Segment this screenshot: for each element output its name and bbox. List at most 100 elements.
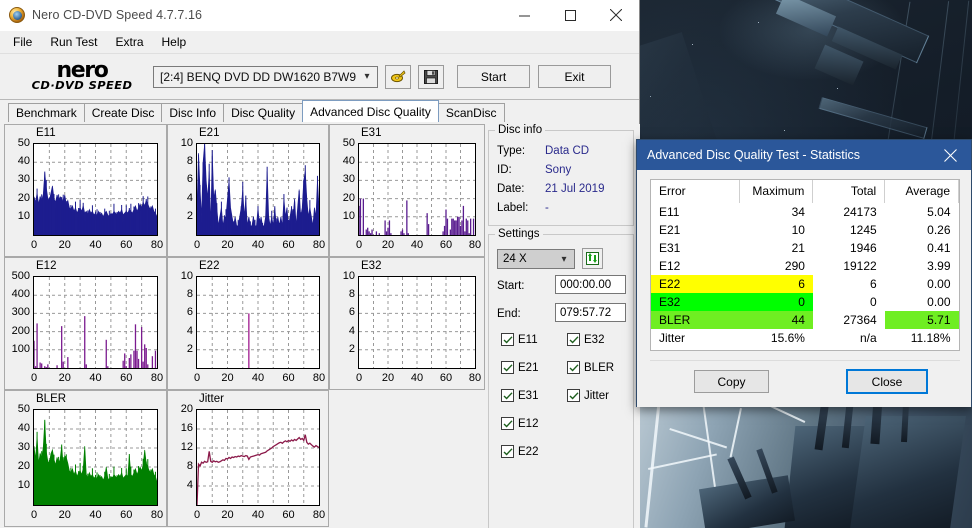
exit-button[interactable]: Exit — [538, 65, 611, 88]
plot-area — [33, 143, 158, 236]
disc-date-label: Date: — [497, 183, 525, 195]
y-axis-tick: 4 — [186, 479, 193, 491]
table-row[interactable]: E31 21 1946 0.41 — [651, 239, 959, 257]
x-axis-tick: 40 — [89, 239, 102, 251]
start-button[interactable]: Start — [457, 65, 530, 88]
tab-advanced-disc-quality[interactable]: Advanced Disc Quality — [302, 100, 439, 122]
x-axis-tick: 60 — [439, 372, 453, 384]
chart-e32: E32 2 4 6 8 10 0 20 40 60 80 — [329, 257, 485, 390]
settings-group: Settings 24 X ▾ Start: 000:00.00 End: 07… — [488, 228, 634, 528]
chart-e31: E31 10 20 30 40 50 0 20 40 60 80 — [329, 124, 485, 257]
y-axis-tick: 8 — [186, 155, 193, 168]
cell-total: 27364 — [843, 313, 877, 327]
tab-benchmark[interactable]: Benchmark — [8, 103, 85, 122]
table-row[interactable]: E21 10 1245 0.26 — [651, 221, 959, 239]
speed-select[interactable]: 24 X ▾ — [497, 249, 575, 269]
x-axis-tick: 60 — [282, 509, 295, 521]
x-axis-tick: 60 — [282, 372, 295, 384]
checkbox-e21[interactable]: E21 — [501, 361, 538, 374]
checkbox-e11-label: E11 — [518, 333, 538, 346]
tab-disc-quality[interactable]: Disc Quality — [223, 103, 304, 122]
checkbox-e11[interactable]: E11 — [501, 333, 538, 346]
tab-disc-info[interactable]: Disc Info — [161, 103, 225, 122]
x-axis-tick: 40 — [410, 239, 424, 251]
plot-area — [33, 409, 158, 506]
statistics-button-bar: Copy Close — [650, 360, 960, 396]
menu-extra[interactable]: Extra — [106, 32, 152, 52]
x-axis-tick: 20 — [58, 239, 71, 251]
checkbox-e32[interactable]: E32 — [567, 333, 604, 346]
y-axis-tick: 50 — [17, 137, 30, 149]
table-row[interactable]: E32 0 0 0.00 — [651, 293, 959, 311]
chart-title: E31 — [361, 127, 382, 139]
start-time-input[interactable]: 000:00.00 — [555, 275, 626, 294]
y-axis-tick: 8 — [348, 288, 355, 301]
column-header-average: Average — [884, 180, 959, 203]
tab-scandisc[interactable]: ScanDisc — [437, 103, 505, 122]
chart-title: E22 — [199, 260, 220, 272]
y-axis-tick: 10 — [17, 479, 30, 491]
plot-area — [358, 276, 476, 369]
speed-select-value: 24 X — [503, 253, 527, 265]
chart-title: E32 — [361, 260, 382, 272]
y-axis-tick: 30 — [342, 173, 355, 186]
table-row[interactable]: BLER 44 27364 5.71 — [651, 311, 959, 329]
cell-maximum: 34 — [791, 205, 805, 219]
start-time-label: Start: — [497, 280, 525, 292]
checkbox-e12[interactable]: E12 — [501, 417, 538, 430]
checkbox-bler[interactable]: BLER — [567, 361, 614, 374]
y-axis-tick: 2 — [186, 209, 193, 222]
chart-series — [34, 277, 157, 368]
chart-title: BLER — [36, 393, 67, 405]
disc-type-label: Type: — [497, 145, 526, 157]
disc-label-label: Label: — [497, 202, 529, 214]
disc-info-caption: Disc info — [495, 124, 546, 136]
y-axis-tick: 16 — [180, 422, 193, 434]
cell-average: 0.41 — [927, 241, 951, 255]
x-axis-tick: 40 — [251, 372, 265, 384]
refresh-icon — [586, 252, 599, 265]
cell-total: n/a — [860, 331, 877, 345]
copy-button[interactable]: Copy — [694, 370, 769, 393]
end-time-input[interactable]: 079:57.72 — [555, 303, 626, 322]
disc-type-value: Data CD — [545, 145, 590, 157]
x-axis-tick: 40 — [410, 372, 424, 384]
maximize-button[interactable] — [547, 0, 593, 31]
drive-select[interactable]: [2:4] BENQ DVD DD DW1620 B7W9 ▾ — [153, 65, 378, 88]
eject-disc-button[interactable] — [385, 64, 411, 89]
table-row[interactable]: E11 34 24173 5.04 — [651, 203, 959, 221]
checkmark-icon — [567, 389, 580, 402]
y-axis-tick: 2 — [348, 342, 355, 355]
x-axis-tick: 20 — [221, 509, 234, 521]
cell-average: 5.71 — [884, 311, 959, 329]
y-axis-tick: 40 — [342, 155, 355, 168]
checkbox-e21-label: E21 — [518, 361, 539, 374]
y-axis-tick: 2 — [186, 342, 193, 355]
table-row[interactable]: E12 290 19122 3.99 — [651, 257, 959, 275]
menu-help[interactable]: Help — [153, 32, 196, 52]
cell-total: 24173 — [843, 205, 877, 219]
x-axis-tick: 60 — [120, 509, 133, 521]
menu-run-test[interactable]: Run Test — [41, 32, 106, 52]
checkbox-jitter[interactable]: Jitter — [567, 389, 609, 402]
table-row[interactable]: Jitter 15.6% n/a 11.18% — [651, 329, 959, 347]
x-axis-tick: 40 — [251, 509, 265, 521]
refresh-button[interactable] — [582, 248, 603, 269]
tab-create-disc[interactable]: Create Disc — [83, 103, 163, 122]
close-button[interactable]: Close — [846, 369, 928, 394]
minimize-button[interactable] — [501, 0, 547, 31]
chart-series — [34, 144, 157, 235]
statistics-close-button[interactable] — [929, 140, 971, 170]
x-axis-tick: 60 — [282, 239, 295, 251]
y-axis-tick: 10 — [180, 137, 193, 149]
menu-file[interactable]: File — [4, 32, 41, 52]
close-button[interactable] — [593, 0, 639, 31]
y-axis-tick: 6 — [186, 173, 193, 186]
checkbox-e31[interactable]: E31 — [501, 389, 538, 402]
save-button[interactable] — [418, 64, 444, 89]
table-row[interactable]: E22 6 6 0.00 — [651, 275, 959, 293]
x-axis-tick: 20 — [58, 509, 71, 521]
checkbox-e22[interactable]: E22 — [501, 445, 538, 458]
x-axis-tick: 80 — [312, 372, 326, 384]
statistics-rows: E11 34 24173 5.04 E21 10 1245 0.26 E31 21 1946 0.41… — [651, 203, 959, 347]
